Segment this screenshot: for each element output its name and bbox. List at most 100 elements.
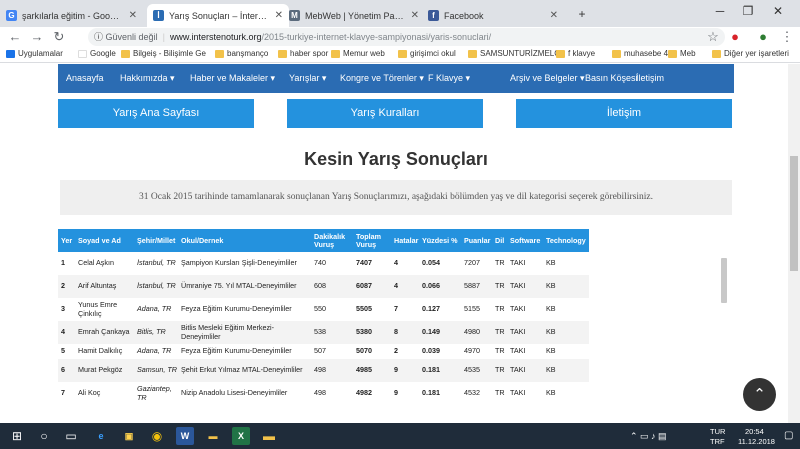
task-view-icon[interactable]: ▭ <box>62 427 80 445</box>
bookmark-item[interactable]: Bilgeiş - Bilişimle Ge <box>121 49 206 58</box>
tab-close-icon[interactable]: ✕ <box>550 10 558 21</box>
table-cell: 5155 <box>464 304 480 314</box>
site-nav: Anasayfa Hakkımızda ▾ Haber ve Makaleler ▾… <box>58 64 734 93</box>
nav-label: F Klavye <box>428 73 464 83</box>
column-header: Hatalar <box>391 229 419 252</box>
back-button[interactable]: ← <box>8 29 22 45</box>
nav-item[interactable]: Hakkımızda ▾ <box>120 64 175 93</box>
file-explorer-icon[interactable]: ▬ <box>204 427 222 445</box>
table-cell: 0.127 <box>422 304 440 314</box>
info-icon[interactable]: ⓘ <box>94 32 103 42</box>
table-cell: 7 <box>61 388 65 398</box>
nav-item[interactable]: İletişim <box>636 64 664 93</box>
table-cell: 498 <box>314 388 326 398</box>
other-bookmarks[interactable]: Diğer yer işaretleri <box>712 49 789 58</box>
bookmark-label: Memur web <box>343 49 385 58</box>
profile-avatar[interactable]: ● <box>756 29 770 45</box>
menu-icon[interactable]: ⋮ <box>780 29 794 45</box>
bookmark-item[interactable]: Uygulamalar <box>6 49 63 58</box>
bookmark-item[interactable]: Memur web <box>331 49 385 58</box>
tray-icons[interactable]: ⌃ ▭ ♪ ▤ <box>630 431 667 442</box>
contact-button[interactable]: İletişim <box>516 99 732 128</box>
table-cell: TR <box>492 359 507 382</box>
bookmark-star-icon[interactable]: ☆ <box>706 29 720 45</box>
nav-label: Haber ve Makaleler <box>190 73 269 83</box>
notifications-icon[interactable]: ▢ <box>784 430 793 441</box>
folder-icon[interactable]: ▬ <box>260 427 278 445</box>
table-row: 4 Emrah Çankaya Bitlis, TR Bitlis Mesleki E… <box>58 321 589 344</box>
nav-item[interactable]: Basın Köşesi <box>585 64 638 93</box>
new-tab-button[interactable]: + <box>572 7 592 21</box>
close-window-button[interactable]: ✕ <box>768 4 788 18</box>
tab-close-icon[interactable]: ✕ <box>411 10 419 21</box>
scroll-to-top-button[interactable]: ⌃ <box>743 378 776 411</box>
bookmarks-bar: Uygulamalar Google Bilgeiş - Bilişimle Ge b… <box>0 47 800 63</box>
table-cell: 1 <box>61 258 65 268</box>
table-cell: Bitlis Mesleki Eğitim Merkezi-Deneyimlil… <box>178 321 311 344</box>
windows-start-icon[interactable]: ⊞ <box>8 427 26 445</box>
table-cell: Murat Pekgöz <box>75 359 134 382</box>
language-indicator[interactable]: TUR <box>710 427 725 436</box>
table-cell: 4 <box>391 275 419 298</box>
store-icon[interactable]: ▣ <box>120 427 138 445</box>
forward-button[interactable]: → <box>30 29 44 45</box>
tab-close-icon[interactable]: ✕ <box>275 10 283 21</box>
table-cell: 5070 <box>356 346 372 356</box>
table-row: 5 Hamit Dalkılıç Adana, TR Feyza Eğitim Kur… <box>58 344 589 359</box>
excel-icon[interactable]: X <box>232 427 250 445</box>
bookmark-item[interactable]: SAMSUNTURİZMELÇ <box>468 49 560 58</box>
table-cell: 550 <box>314 304 326 314</box>
table-cell: TAKI <box>510 388 526 398</box>
table-row: 1 Celal Aşkın İstanbul, TR Şampiyon Kurslar… <box>58 252 589 275</box>
table-cell: 9 <box>394 388 398 398</box>
edge-icon[interactable]: e <box>92 427 110 445</box>
table-cell: 4970 <box>464 346 480 356</box>
table-cell: 4985 <box>353 359 391 382</box>
nav-item[interactable]: Kongre ve Törenler ▾ <box>340 64 424 93</box>
bookmark-item[interactable]: f klavye <box>556 49 595 58</box>
table-cell: TAKI <box>510 304 526 314</box>
bookmark-item[interactable]: haber spor <box>278 49 328 58</box>
minimize-button[interactable]: ─ <box>710 4 730 18</box>
maximize-button[interactable]: ❐ <box>738 4 758 18</box>
table-cell: TAKI <box>510 258 526 268</box>
bookmark-label: girişimci okul <box>410 49 456 58</box>
address-bar[interactable]: ⓘ Güvenli değil | www.interstenoturk.org… <box>88 28 725 46</box>
browser-tab[interactable]: İ Yarış Sonuçları – İntersteno-Türk ✕ <box>147 4 289 27</box>
word-icon[interactable]: W <box>176 427 194 445</box>
race-rules-button[interactable]: Yarış Kuralları <box>287 99 483 128</box>
race-home-button[interactable]: Yarış Ana Sayfası <box>58 99 254 128</box>
bookmark-item[interactable]: banşmanço <box>215 49 268 58</box>
bookmark-item[interactable]: girişimci okul <box>398 49 456 58</box>
table-scrollbar-thumb[interactable] <box>721 258 727 303</box>
search-icon[interactable]: ○ <box>35 427 53 445</box>
page-scrollbar[interactable] <box>788 64 800 423</box>
reload-button[interactable]: ↻ <box>52 29 66 45</box>
nav-item[interactable]: Haber ve Makaleler ▾ <box>190 64 275 93</box>
bookmark-item[interactable]: Meb <box>668 49 696 58</box>
chevron-down-icon: ▾ <box>416 73 424 83</box>
browser-tab[interactable]: Gşarkılarla eğitim - Google'da Ara ✕ <box>0 4 143 27</box>
nav-item[interactable]: Arşiv ve Belgeler ▾ <box>510 64 585 93</box>
bookmark-label: Bilgeiş - Bilişimle Ge <box>133 49 206 58</box>
extension-icon[interactable]: ● <box>728 29 742 45</box>
bookmark-item[interactable]: Google <box>78 49 116 58</box>
nav-label: Arşiv ve Belgeler <box>510 73 578 83</box>
table-row: 7 Ali Koç Gaziantep, TR Nizip Anadolu Lises… <box>58 382 589 405</box>
table-cell: 740 <box>314 258 326 268</box>
browser-tab[interactable]: M MebWeb | Yönetim Paneli ✕ <box>283 4 425 27</box>
bookmark-folder-icon <box>468 49 477 58</box>
browser-tab[interactable]: f Facebook ✕ <box>422 4 564 27</box>
page-scrollbar-thumb[interactable] <box>790 156 798 271</box>
chrome-icon[interactable]: ◉ <box>148 427 166 445</box>
table-cell: 7207 <box>464 258 480 268</box>
clock-time[interactable]: 20:54 <box>745 427 764 436</box>
table-cell: 5380 <box>353 321 391 344</box>
bookmark-item[interactable]: muhasebe 4.0 <box>612 49 675 58</box>
nav-item[interactable]: Anasayfa <box>66 64 104 93</box>
nav-item[interactable]: Yarışlar ▾ <box>289 64 326 93</box>
tab-title: MebWeb | Yönetim Paneli <box>305 10 405 21</box>
nav-item[interactable]: F Klavye ▾ <box>428 64 470 93</box>
tab-close-icon[interactable]: ✕ <box>129 10 137 21</box>
table-cell: 5887 <box>461 275 492 298</box>
